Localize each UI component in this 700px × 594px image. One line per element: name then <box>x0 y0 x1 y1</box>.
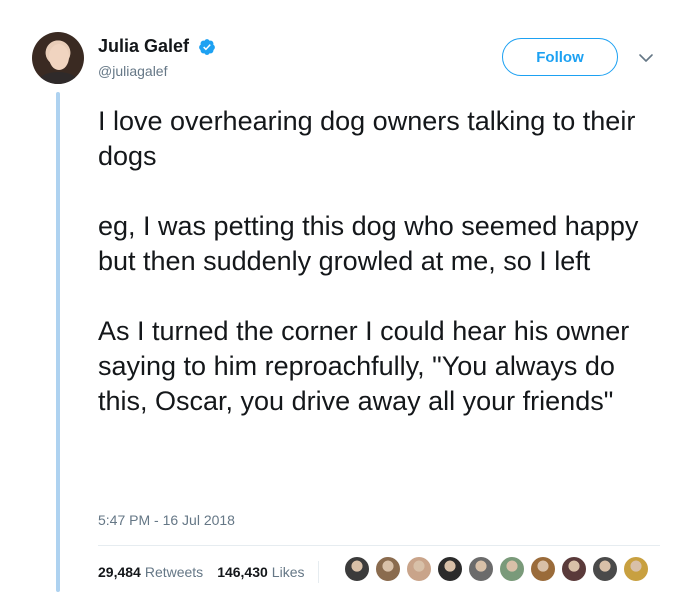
stats-divider <box>98 545 660 546</box>
liker-avatar[interactable] <box>344 556 370 582</box>
liker-avatar[interactable] <box>468 556 494 582</box>
liker-avatar[interactable] <box>623 556 649 582</box>
tweet-paragraph: As I turned the corner I could hear his … <box>98 316 630 416</box>
avatar[interactable] <box>32 32 84 84</box>
liker-avatar[interactable] <box>530 556 556 582</box>
liker-avatar[interactable] <box>375 556 401 582</box>
tweet-text: I love overhearing dog owners talking to… <box>98 104 668 419</box>
verified-badge-icon <box>198 38 215 55</box>
tweet-timestamp[interactable]: 5:47 PM - 16 Jul 2018 <box>98 512 235 528</box>
liker-avatar[interactable] <box>592 556 618 582</box>
liker-avatar[interactable] <box>406 556 432 582</box>
author-handle[interactable]: @juliagalef <box>98 63 216 79</box>
likes-count: 146,430 <box>217 564 268 580</box>
avatar-shoulders <box>38 72 78 84</box>
follow-button[interactable]: Follow <box>502 38 618 76</box>
liker-avatar[interactable] <box>499 556 525 582</box>
tweet-paragraph: I love overhearing dog owners talking to… <box>98 106 636 171</box>
tweet-paragraph: eg, I was petting this dog who seemed ha… <box>98 211 639 276</box>
retweets-stat[interactable]: 29,484 Retweets <box>98 564 203 580</box>
avatar-face <box>49 44 69 70</box>
chevron-down-icon[interactable] <box>638 52 654 64</box>
liker-avatar[interactable] <box>437 556 463 582</box>
likes-label: Likes <box>271 564 305 580</box>
retweets-label: Retweets <box>144 564 204 580</box>
liker-avatar[interactable] <box>561 556 587 582</box>
tweet-stats: 29,484 Retweets 146,430 Likes <box>98 561 333 583</box>
liker-avatars <box>344 556 654 582</box>
retweets-count: 29,484 <box>98 564 141 580</box>
thread-connector-line <box>56 92 60 592</box>
author-display-name[interactable]: Julia Galef <box>98 36 189 57</box>
likes-stat[interactable]: 146,430 Likes <box>217 564 304 580</box>
stats-separator <box>318 561 320 583</box>
author-block: Julia Galef @juliagalef <box>98 36 216 79</box>
